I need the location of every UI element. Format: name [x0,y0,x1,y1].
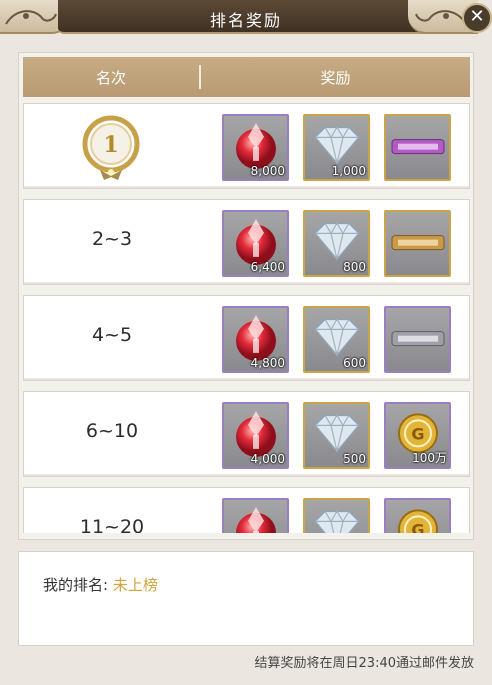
settlement-note: 结算奖励将在周日23:40通过邮件发放 [254,656,474,671]
rank-range: 2~3 [91,228,133,250]
reward-item[interactable]: G [384,498,451,533]
close-icon: ✕ [469,6,485,27]
reward-quantity: 4,000 [250,452,285,466]
reward-item[interactable]: 1,000 [303,114,370,181]
title-banner: 排名奖励 ✕ [0,0,492,38]
reward-item[interactable]: 8,000 [222,114,289,181]
reward-quantity: 6,400 [250,260,285,274]
reward-item[interactable]: 4,800 [222,306,289,373]
svg-text:G: G [411,520,424,533]
reward-quantity: 8,000 [250,164,285,178]
reward-item[interactable]: 500 [303,402,370,469]
reward-quantity: 800 [343,260,366,274]
rank-row: 6~10 4,000 500 G 100万 [23,391,470,477]
svg-text:G: G [411,424,424,443]
rank-list[interactable]: 1 8,000 1,000 2~3 6,400 800 4~5 4,800 600 6~10 4,0… [23,103,470,533]
reward-item[interactable] [303,498,370,533]
reward-item[interactable]: 600 [303,306,370,373]
reward-item[interactable] [384,306,451,373]
header-reward: 奖励 [320,69,351,87]
first-place-medal-icon: 1 [82,115,140,180]
my-rank-label: 我的排名: 未上榜 [43,574,158,595]
my-rank-box: 我的排名: 未上榜 [18,551,474,646]
reward-quantity: 100万 [412,451,447,465]
table-header: 名次 奖励 [23,57,470,97]
header-rank: 名次 [95,69,126,87]
reward-item[interactable]: 4,000 [222,402,289,469]
close-button[interactable]: ✕ [462,3,492,33]
reward-item[interactable]: G 100万 [384,402,451,469]
reward-item[interactable]: 800 [303,210,370,277]
reward-item[interactable] [384,210,451,277]
medal-number: 1 [103,132,118,158]
rank-range: 4~5 [91,324,133,346]
reward-item[interactable]: 6,400 [222,210,289,277]
dialog-title: 排名奖励 [209,11,282,30]
rank-row: 1 8,000 1,000 [23,103,470,189]
reward-panel: 名次 奖励 1 8,000 1,000 2~3 6,400 800 4~5 4,800 600 6… [18,52,474,540]
reward-quantity: 600 [343,356,366,370]
my-rank-value: 未上榜 [112,576,158,594]
reward-quantity: 4,800 [250,356,285,370]
reward-item[interactable] [222,498,289,533]
my-rank-caption: 我的排名: [43,576,113,594]
reward-quantity: 500 [343,452,366,466]
rank-row: 11~20 G [23,487,470,533]
rank-range: 6~10 [85,420,139,442]
rank-row: 4~5 4,800 600 [23,295,470,381]
reward-quantity: 1,000 [331,164,366,178]
rank-row: 2~3 6,400 800 [23,199,470,285]
rank-range: 11~20 [79,516,145,533]
reward-item[interactable] [384,114,451,181]
